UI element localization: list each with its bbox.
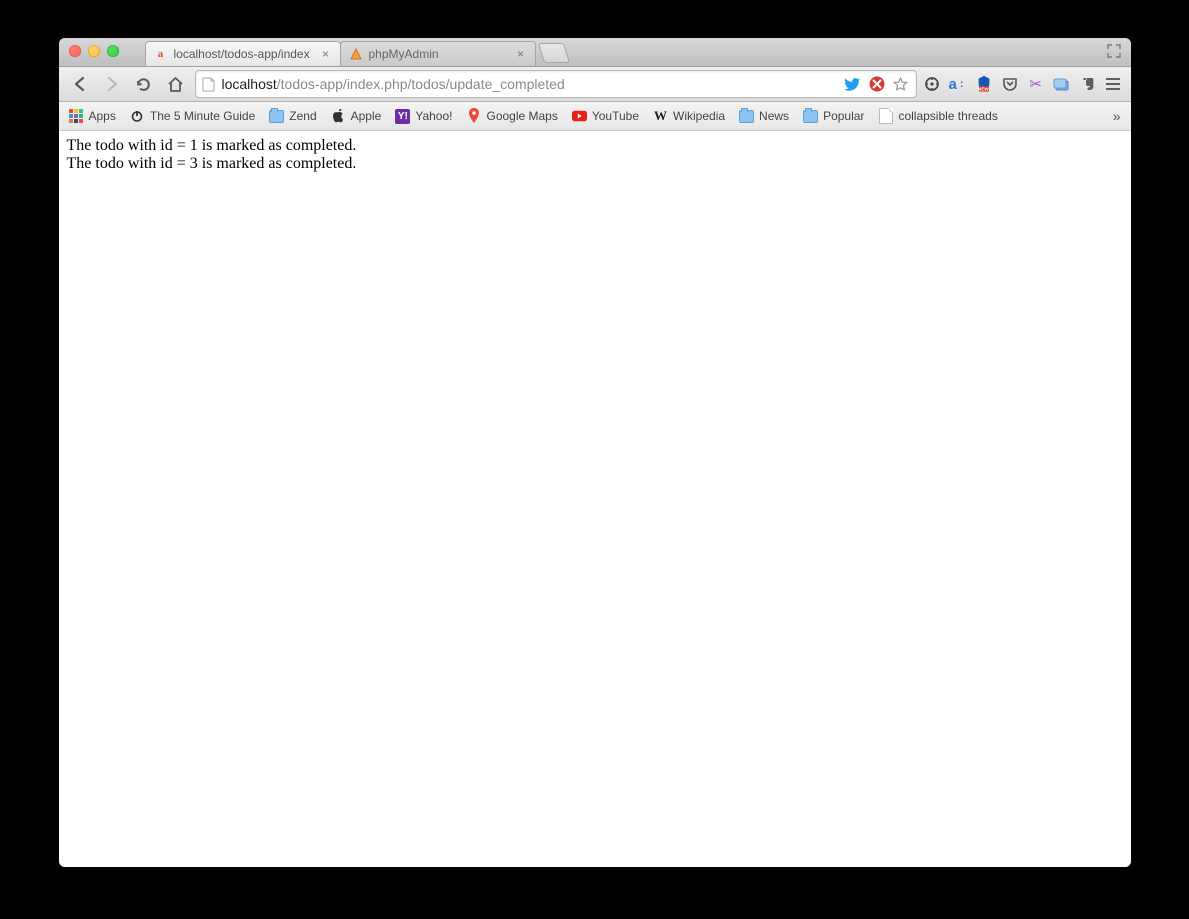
tab-title: localhost/todos-app/index xyxy=(174,47,314,61)
extension-new-icon[interactable]: NEW! xyxy=(975,75,993,93)
window-controls xyxy=(69,45,119,57)
url-text: localhost/todos-app/index.php/todos/upda… xyxy=(222,76,838,92)
bookmark-news[interactable]: News xyxy=(739,109,789,124)
youtube-icon xyxy=(572,109,587,124)
bookmark-label: Wikipedia xyxy=(673,109,725,123)
url-host: localhost xyxy=(222,76,277,92)
bookmark-label: Google Maps xyxy=(486,109,557,123)
extension-alexa-icon[interactable]: a: xyxy=(949,75,967,93)
extension-evernote-icon[interactable] xyxy=(1079,75,1097,93)
extension-pocket-icon[interactable] xyxy=(1001,75,1019,93)
bookmarks-bar: Apps The 5 Minute Guide Zend Apple Y! Ya… xyxy=(59,102,1131,131)
apple-icon xyxy=(331,109,346,124)
window-close-button[interactable] xyxy=(69,45,81,57)
extension-icons: a: NEW! ✂ xyxy=(923,75,1097,93)
svg-text:NEW!: NEW! xyxy=(978,86,990,91)
wikipedia-icon: W xyxy=(653,109,668,124)
window-zoom-button[interactable] xyxy=(107,45,119,57)
bookmarks-apps-button[interactable]: Apps xyxy=(69,109,116,124)
bookmark-label: YouTube xyxy=(592,109,639,123)
extension-layers-icon[interactable] xyxy=(1053,75,1071,93)
tab-strip: a localhost/todos-app/index × phpMyAdmin… xyxy=(59,38,1131,67)
url-path: /todos-app/index.php/todos/update_comple… xyxy=(277,76,565,92)
browser-window: a localhost/todos-app/index × phpMyAdmin… xyxy=(59,38,1131,867)
fullscreen-toggle-icon[interactable] xyxy=(1107,44,1121,58)
reload-button[interactable] xyxy=(131,72,157,96)
bookmark-apple[interactable]: Apple xyxy=(331,109,382,124)
back-button[interactable] xyxy=(67,72,93,96)
folder-icon xyxy=(803,109,818,124)
new-tab-button[interactable] xyxy=(537,43,569,63)
bookmark-yahoo[interactable]: Y! Yahoo! xyxy=(395,109,452,124)
document-icon xyxy=(878,109,893,124)
bookmark-wikipedia[interactable]: W Wikipedia xyxy=(653,109,725,124)
bookmark-collapsible-threads[interactable]: collapsible threads xyxy=(878,109,997,124)
bookmark-youtube[interactable]: YouTube xyxy=(572,109,639,124)
adblock-icon[interactable] xyxy=(868,75,886,93)
yahoo-icon: Y! xyxy=(395,109,410,124)
page-output-line: The todo with id = 1 is marked as comple… xyxy=(67,137,1123,155)
bookmark-label: Apps xyxy=(89,109,116,123)
bookmark-label: Apple xyxy=(351,109,382,123)
bookmark-google-maps[interactable]: Google Maps xyxy=(466,109,557,124)
page-icon xyxy=(202,77,216,91)
phpmyadmin-favicon-icon xyxy=(349,47,363,61)
bookmark-label: The 5 Minute Guide xyxy=(150,109,255,123)
bookmark-label: Zend xyxy=(289,109,316,123)
tab-close-button[interactable]: × xyxy=(320,48,332,60)
extension-scissors-icon[interactable]: ✂ xyxy=(1027,75,1045,93)
twitter-icon[interactable] xyxy=(844,75,862,93)
address-bar[interactable]: localhost/todos-app/index.php/todos/upda… xyxy=(195,70,917,98)
apps-icon xyxy=(69,109,84,124)
bookmark-5-minute-guide[interactable]: The 5 Minute Guide xyxy=(130,109,255,124)
tab-title: phpMyAdmin xyxy=(369,47,509,61)
folder-icon xyxy=(739,109,754,124)
power-icon xyxy=(130,109,145,124)
google-maps-icon xyxy=(466,109,481,124)
bookmark-label: Yahoo! xyxy=(415,109,452,123)
window-minimize-button[interactable] xyxy=(88,45,100,57)
bookmark-label: News xyxy=(759,109,789,123)
extension-circle-icon[interactable] xyxy=(923,75,941,93)
page-output-line: The todo with id = 3 is marked as comple… xyxy=(67,155,1123,173)
tab-close-button[interactable]: × xyxy=(515,48,527,60)
bookmark-label: collapsible threads xyxy=(898,109,997,123)
folder-icon xyxy=(269,109,284,124)
chrome-menu-button[interactable] xyxy=(1103,78,1123,90)
bookmark-popular[interactable]: Popular xyxy=(803,109,864,124)
tab-localhost[interactable]: a localhost/todos-app/index × xyxy=(145,41,341,66)
omnibox-right-icons xyxy=(844,75,910,93)
page-viewport: The todo with id = 1 is marked as comple… xyxy=(59,131,1131,867)
toolbar: localhost/todos-app/index.php/todos/upda… xyxy=(59,67,1131,102)
home-button[interactable] xyxy=(163,72,189,96)
bookmark-zend[interactable]: Zend xyxy=(269,109,316,124)
forward-button[interactable] xyxy=(99,72,125,96)
bookmark-label: Popular xyxy=(823,109,864,123)
tabs-container: a localhost/todos-app/index × phpMyAdmin… xyxy=(145,38,567,66)
bookmarks-overflow-button[interactable]: » xyxy=(1113,108,1121,124)
tab-phpmyadmin[interactable]: phpMyAdmin × xyxy=(340,41,536,66)
bookmark-star-icon[interactable] xyxy=(892,75,910,93)
localhost-favicon-icon: a xyxy=(154,47,168,61)
